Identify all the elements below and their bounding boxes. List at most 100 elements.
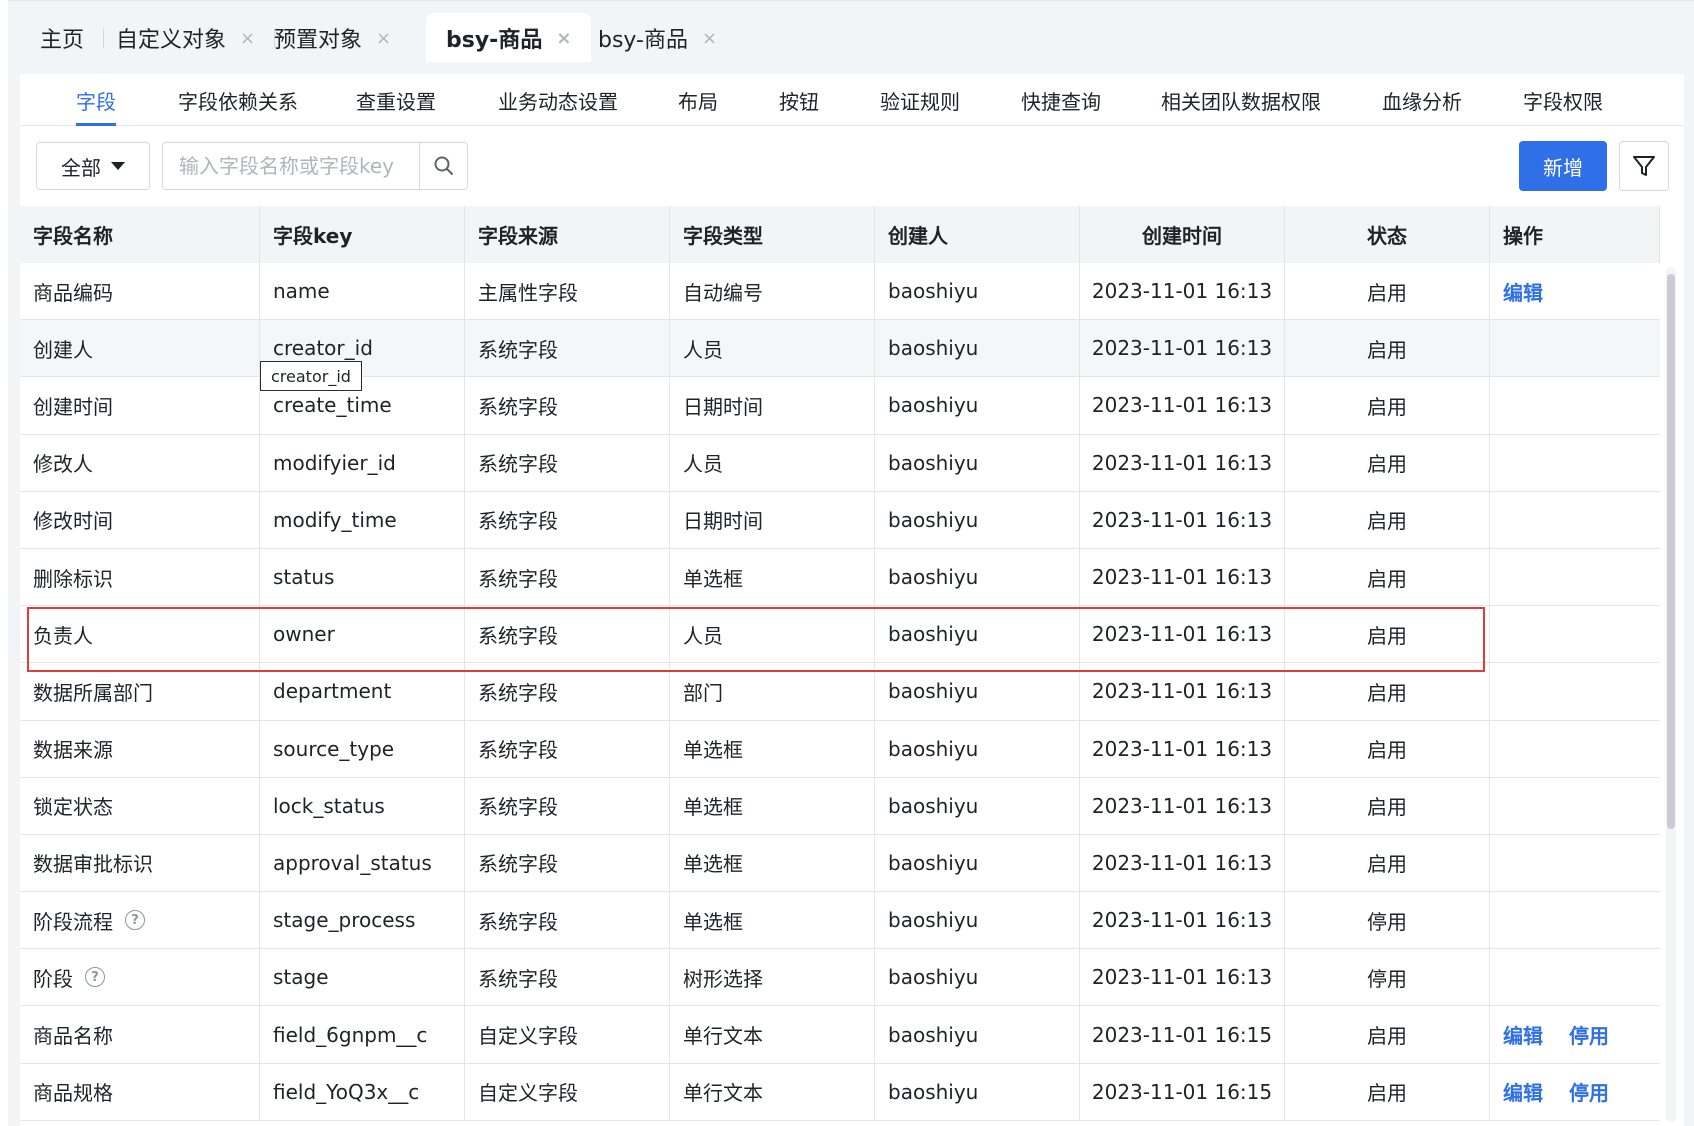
tab-layout[interactable]: 布局: [678, 74, 718, 126]
cell-creator: baoshiyu: [875, 949, 1080, 1006]
cell-tooltip: creator_id: [260, 361, 362, 391]
tab-field-permissions[interactable]: 字段权限: [1523, 74, 1603, 126]
table-row[interactable]: 阶段? stage 系统字段 树形选择 baoshiyu 2023-11-01 16:13…: [20, 949, 1660, 1007]
cell-created-time-text: 2023-11-01 16:15: [1091, 1022, 1273, 1047]
cell-field-type-text: 单行文本: [683, 1081, 763, 1106]
tab-field-dependencies[interactable]: 字段依赖关系: [178, 74, 298, 126]
cell-created-time-text: 2023-11-01 16:13: [1091, 336, 1273, 361]
cell-field-name: 创建人: [20, 320, 260, 377]
table-row[interactable]: 数据来源 source_type 系统字段 单选框 baoshiyu 2023-11-01…: [20, 720, 1660, 778]
disable-link[interactable]: 停用: [1569, 1020, 1609, 1049]
cell-status-text: 启用: [1367, 1081, 1407, 1106]
cell-field-source-text: 系统字段: [478, 452, 558, 477]
cell-field-type: 树形选择: [670, 949, 875, 1006]
help-circle-icon[interactable]: ?: [125, 910, 145, 931]
cell-field-name-text: 阶段流程: [33, 909, 113, 934]
table-row[interactable]: 商品名称 field_6gnpm__c 自定义字段 单行文本 baoshiyu 2023-…: [20, 1006, 1660, 1064]
cell-status: 停用: [1285, 892, 1490, 949]
cell-status: 启用: [1285, 434, 1490, 491]
cell-field-key-text: owner: [273, 622, 335, 647]
cell-creator-text: baoshiyu: [888, 565, 979, 590]
cell-field-type-text: 日期时间: [683, 509, 763, 534]
cell-field-source-text: 系统字段: [478, 623, 558, 648]
table-row[interactable]: 商品编码 name 主属性字段 自动编号 baoshiyu 2023-11-01 16:1…: [20, 263, 1660, 321]
cell-field-key: field_YoQ3x__c: [260, 1063, 465, 1120]
cell-field-source-text: 系统字段: [478, 337, 558, 362]
cell-field-type: 人员: [670, 434, 875, 491]
cell-actions: [1490, 492, 1660, 548]
cell-field-type: 日期时间: [670, 377, 875, 434]
tab-buttons[interactable]: 按钮: [779, 74, 819, 126]
tab-quick-query[interactable]: 快捷查询: [1021, 74, 1101, 126]
edit-link[interactable]: 编辑: [1503, 1020, 1543, 1049]
scrollbar-thumb[interactable]: [1667, 274, 1675, 829]
disable-link[interactable]: 停用: [1569, 1077, 1609, 1106]
cell-creator: baoshiyu: [875, 434, 1080, 491]
tab-dedup-settings[interactable]: 查重设置: [356, 74, 436, 126]
cell-field-key-text: field_YoQ3x__c: [273, 1079, 420, 1104]
top-tab-bsy-goods[interactable]: bsy-商品 ×: [578, 13, 737, 63]
cell-field-source: 自定义字段: [465, 1063, 670, 1120]
top-tab-home[interactable]: 主页: [20, 13, 105, 63]
cell-field-key-text: status: [273, 565, 335, 590]
cell-creator-text: baoshiyu: [888, 622, 979, 647]
table-row[interactable]: 数据审批标识 approval_status 系统字段 单选框 baoshiyu 2023…: [20, 834, 1660, 893]
fields-table: 字段名称 字段key 字段来源 字段类型 创建人 创建时间 状态 操作 商品编码…: [20, 206, 1660, 1121]
cell-status: 启用: [1285, 377, 1490, 434]
cell-field-source: 系统字段: [465, 377, 670, 434]
close-icon[interactable]: ×: [556, 28, 571, 49]
cell-created-time-text: 2023-11-01 16:13: [1091, 622, 1273, 647]
cell-status: 启用: [1285, 663, 1490, 720]
cell-created-time: 2023-11-01 16:13: [1080, 720, 1285, 777]
cell-field-source: 系统字段: [465, 834, 670, 892]
cell-actions: [1490, 606, 1660, 662]
close-icon[interactable]: ×: [376, 28, 391, 49]
table-row[interactable]: 锁定状态 lock_status 系统字段 单选框 baoshiyu 2023-11-01…: [20, 777, 1660, 835]
cell-field-name-text: 创建时间: [33, 394, 113, 419]
table-row[interactable]: 修改时间 modify_time 系统字段 日期时间 baoshiyu 2023-11-0…: [20, 491, 1660, 549]
help-circle-icon[interactable]: ?: [85, 967, 105, 988]
tab-lineage-analysis[interactable]: 血缘分析: [1382, 74, 1462, 126]
caret-down-icon: [111, 162, 125, 170]
cell-status-text: 启用: [1367, 623, 1407, 648]
close-icon[interactable]: ×: [240, 28, 255, 49]
cell-field-type-text: 单选框: [683, 738, 743, 763]
cell-creator-text: baoshiyu: [888, 393, 979, 418]
table-row[interactable]: 数据所属部门 department 系统字段 部门 baoshiyu 2023-11-01…: [20, 663, 1660, 721]
search-input[interactable]: [163, 143, 419, 189]
tab-validation-rules[interactable]: 验证规则: [880, 74, 960, 126]
table-row[interactable]: 负责人 owner 系统字段 人员 baoshiyu 2023-11-01 16:13 启用: [20, 606, 1660, 664]
search-icon: [434, 156, 453, 175]
tab-fields[interactable]: 字段: [76, 74, 116, 126]
edit-link[interactable]: 编辑: [1503, 1077, 1543, 1106]
top-tab-bsy-goods-active[interactable]: bsy-商品 ×: [426, 13, 592, 63]
tab-activity-settings[interactable]: 业务动态设置: [498, 74, 618, 126]
cell-created-time: 2023-11-01 16:13: [1080, 491, 1285, 548]
table-row[interactable]: 商品规格 field_YoQ3x__c 自定义字段 单行文本 baoshiyu 2023-…: [20, 1063, 1660, 1121]
cell-status-text: 启用: [1367, 337, 1407, 362]
table-header: 字段名称 字段key 字段来源 字段类型 创建人 创建时间 状态 操作: [20, 206, 1660, 263]
add-field-button[interactable]: 新增: [1519, 141, 1607, 191]
cell-actions: 编辑: [1490, 263, 1660, 319]
edit-link[interactable]: 编辑: [1503, 277, 1543, 306]
table-row[interactable]: 修改人 modifyier_id 系统字段 人员 baoshiyu 2023-11-01 …: [20, 434, 1660, 492]
cell-field-name-text: 锁定状态: [33, 795, 113, 820]
cell-created-time-text: 2023-11-01 16:13: [1091, 850, 1273, 875]
table-row[interactable]: 阶段流程? stage_process 系统字段 单选框 baoshiyu 2023-11…: [20, 892, 1660, 950]
cell-field-source: 主属性字段: [465, 263, 670, 320]
top-tab-custom-objects[interactable]: 自定义对象 ×: [96, 13, 276, 63]
cell-field-name-text: 创建人: [33, 337, 93, 362]
cell-created-time: 2023-11-01 16:13: [1080, 548, 1285, 606]
scope-select[interactable]: 全部: [36, 142, 150, 190]
close-icon[interactable]: ×: [702, 28, 717, 49]
table-row[interactable]: 删除标识 status 系统字段 单选框 baoshiyu 2023-11-01 16:1…: [20, 548, 1660, 607]
cell-actions: [1490, 435, 1660, 491]
search-button[interactable]: [419, 143, 467, 189]
filter-button[interactable]: [1619, 141, 1669, 191]
cell-field-type-text: 单行文本: [683, 1024, 763, 1049]
cell-status-text: 启用: [1367, 795, 1407, 820]
cell-field-name: 阶段?: [20, 949, 260, 1006]
tab-team-data-permissions[interactable]: 相关团队数据权限: [1161, 74, 1321, 126]
cell-actions: [1490, 835, 1660, 891]
top-tab-preset-objects[interactable]: 预置对象 ×: [254, 13, 411, 63]
